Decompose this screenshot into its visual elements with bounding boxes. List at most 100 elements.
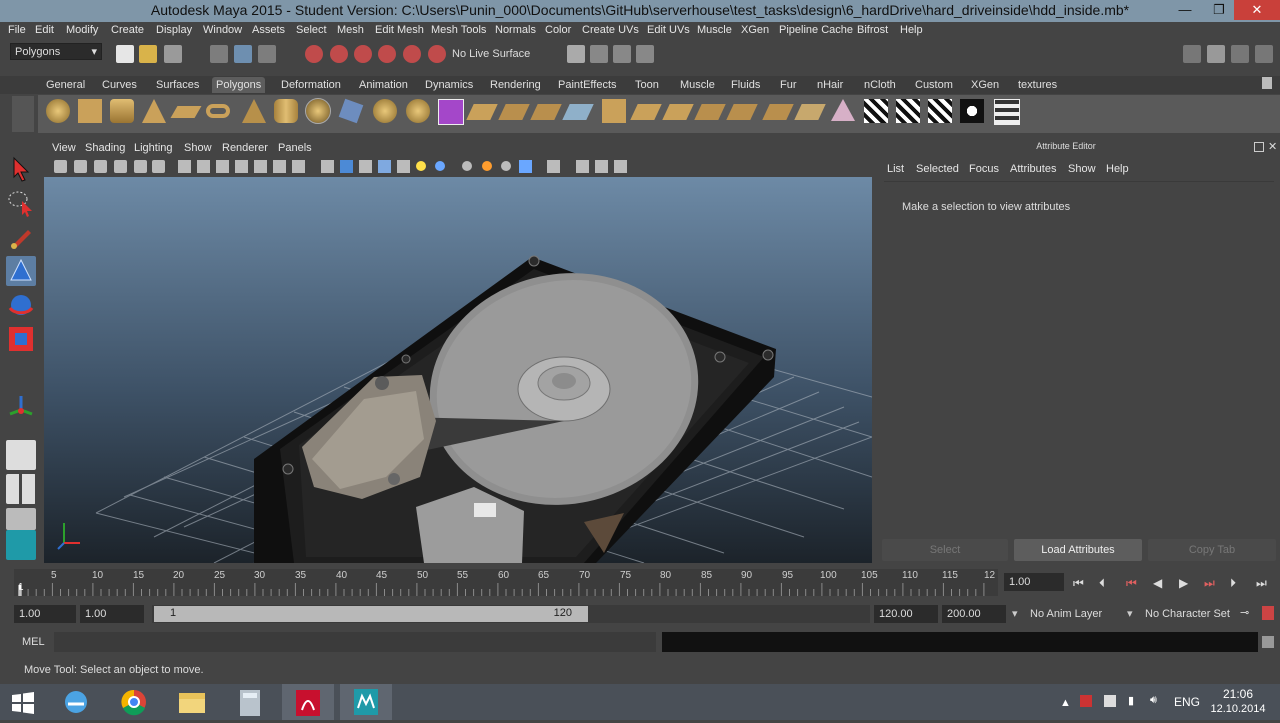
- menu-select[interactable]: Select: [296, 24, 327, 36]
- uv-editor-icon[interactable]: [994, 99, 1020, 125]
- menu-edit[interactable]: Edit: [35, 24, 54, 36]
- uv-automatic-icon[interactable]: [960, 99, 984, 123]
- vp-menu-panels[interactable]: Panels: [278, 142, 312, 154]
- ae-menu-selected[interactable]: Selected: [916, 163, 959, 175]
- poly-pyramid-icon[interactable]: [242, 99, 266, 123]
- ipr-render-icon[interactable]: [613, 45, 631, 63]
- clock-time[interactable]: 21:06: [1210, 687, 1266, 701]
- taskbar-calculator-icon[interactable]: [224, 684, 276, 720]
- shelf-tab-animation[interactable]: Animation: [355, 77, 412, 93]
- menu-assets[interactable]: Assets: [252, 24, 285, 36]
- current-frame-field[interactable]: 1.00: [1004, 573, 1064, 591]
- ae-select-button[interactable]: Select: [882, 539, 1008, 561]
- animation-end-field[interactable]: 200.00: [942, 605, 1006, 623]
- shelf-tab-dynamics[interactable]: Dynamics: [421, 77, 477, 93]
- render-frame-icon[interactable]: [590, 45, 608, 63]
- play-forwards-icon[interactable]: ▶: [1179, 576, 1188, 590]
- battery-icon[interactable]: [1104, 695, 1116, 707]
- construction-history-icon[interactable]: [567, 45, 585, 63]
- ae-menu-attributes[interactable]: Attributes: [1010, 163, 1056, 175]
- snap-view-icon[interactable]: [378, 45, 396, 63]
- menu-display[interactable]: Display: [156, 24, 192, 36]
- snap-point-icon[interactable]: [354, 45, 372, 63]
- menu-normals[interactable]: Normals: [495, 24, 536, 36]
- auto-key-icon[interactable]: ⊸: [1240, 606, 1249, 619]
- attribute-editor-toggle-icon[interactable]: [1207, 45, 1225, 63]
- select-hierarchy-icon[interactable]: [210, 45, 228, 63]
- step-back-key-icon[interactable]: ⏮: [1126, 576, 1137, 591]
- taskbar-acrobat-icon[interactable]: [282, 684, 334, 720]
- vp-menu-view[interactable]: View: [52, 142, 76, 154]
- maya-logo-icon[interactable]: [6, 530, 36, 560]
- uv-planar-icon[interactable]: [864, 99, 888, 123]
- menu-create-uvs[interactable]: Create UVs: [582, 24, 639, 36]
- select-tool-icon[interactable]: [6, 154, 36, 184]
- shelf-tab-ncloth[interactable]: nCloth: [860, 77, 900, 93]
- poly-pipe-icon[interactable]: [274, 99, 298, 123]
- shelf-menu-handle[interactable]: [12, 96, 34, 132]
- scale-tool-icon[interactable]: [6, 324, 36, 354]
- anim-layer-selector[interactable]: No Anim Layer: [1030, 608, 1102, 620]
- shelf-tab-textures[interactable]: textures: [1014, 77, 1061, 93]
- shelf-tab-toon[interactable]: Toon: [631, 77, 663, 93]
- vp-menu-shading[interactable]: Shading: [85, 142, 125, 154]
- poly-sphere-icon[interactable]: [46, 99, 70, 123]
- snap-curve-icon[interactable]: [330, 45, 348, 63]
- step-forward-frame-icon[interactable]: ⏵: [1230, 576, 1236, 591]
- ae-copy-tab-button[interactable]: Copy Tab: [1148, 539, 1276, 561]
- poly-cube-icon[interactable]: [78, 99, 102, 123]
- menu-window[interactable]: Window: [203, 24, 242, 36]
- step-back-frame-icon[interactable]: ⏴: [1099, 576, 1105, 591]
- range-thumb[interactable]: 1 120: [154, 606, 588, 622]
- shelf-tab-surfaces[interactable]: Surfaces: [152, 77, 203, 93]
- shelf-tab-painteffects[interactable]: PaintEffects: [554, 77, 621, 93]
- single-perspective-layout-icon[interactable]: [6, 440, 36, 470]
- vp-menu-renderer[interactable]: Renderer: [222, 142, 268, 154]
- menu-bifrost[interactable]: Bifrost: [857, 24, 888, 36]
- channel-box-toggle-icon[interactable]: [1255, 45, 1273, 63]
- character-set-selector[interactable]: No Character Set: [1145, 608, 1230, 620]
- smooth-icon[interactable]: [406, 99, 430, 123]
- tool-settings-toggle-icon[interactable]: [1231, 45, 1249, 63]
- snap-grid-icon[interactable]: [305, 45, 323, 63]
- perspective-viewport[interactable]: [44, 177, 872, 563]
- playback-end-field[interactable]: 120.00: [874, 605, 938, 623]
- menu-xgen[interactable]: XGen: [741, 24, 769, 36]
- command-input[interactable]: [54, 632, 656, 652]
- render-settings-icon[interactable]: [636, 45, 654, 63]
- taskbar-explorer-icon[interactable]: [166, 684, 218, 720]
- separate-icon[interactable]: [373, 99, 397, 123]
- close-button[interactable]: ✕: [1234, 0, 1280, 20]
- universal-manipulator-icon[interactable]: [6, 392, 36, 422]
- step-forward-key-icon[interactable]: ⏭: [1204, 576, 1215, 591]
- minimize-button[interactable]: —: [1170, 0, 1200, 20]
- ae-menu-help[interactable]: Help: [1106, 163, 1129, 175]
- snap-surface-icon[interactable]: [403, 45, 421, 63]
- move-tool-icon[interactable]: [6, 256, 36, 286]
- volume-icon[interactable]: 🔊︎: [1150, 694, 1157, 707]
- go-to-end-icon[interactable]: ⏭: [1256, 576, 1267, 591]
- vp-menu-show[interactable]: Show: [184, 142, 212, 154]
- chevron-down-icon[interactable]: ▾: [1012, 607, 1018, 620]
- poly-cone-icon[interactable]: [142, 99, 166, 123]
- shelf-tab-fur[interactable]: Fur: [776, 77, 801, 93]
- shelf-tab-polygons[interactable]: Polygons: [212, 77, 266, 93]
- float-panel-icon[interactable]: [1254, 142, 1264, 152]
- go-to-start-icon[interactable]: ⏮: [1073, 576, 1084, 591]
- menu-muscle[interactable]: Muscle: [697, 24, 732, 36]
- shelf-tab-deformation[interactable]: Deformation: [277, 77, 345, 93]
- save-scene-icon[interactable]: [164, 45, 182, 63]
- lasso-tool-icon[interactable]: [6, 188, 36, 218]
- new-scene-icon[interactable]: [116, 45, 134, 63]
- menu-create[interactable]: Create: [111, 24, 144, 36]
- animation-start-field[interactable]: 1.00: [14, 605, 76, 623]
- select-component-icon[interactable]: [258, 45, 276, 63]
- shelf-tab-general[interactable]: General: [42, 77, 89, 93]
- uv-spherical-icon[interactable]: [928, 99, 952, 123]
- uv-cylindrical-icon[interactable]: [896, 99, 920, 123]
- menu-mesh-tools[interactable]: Mesh Tools: [431, 24, 486, 36]
- chevron-down-icon[interactable]: ▾: [1127, 607, 1133, 620]
- paint-select-tool-icon[interactable]: [6, 222, 36, 252]
- menu-help[interactable]: Help: [900, 24, 923, 36]
- extract-icon[interactable]: [602, 99, 626, 123]
